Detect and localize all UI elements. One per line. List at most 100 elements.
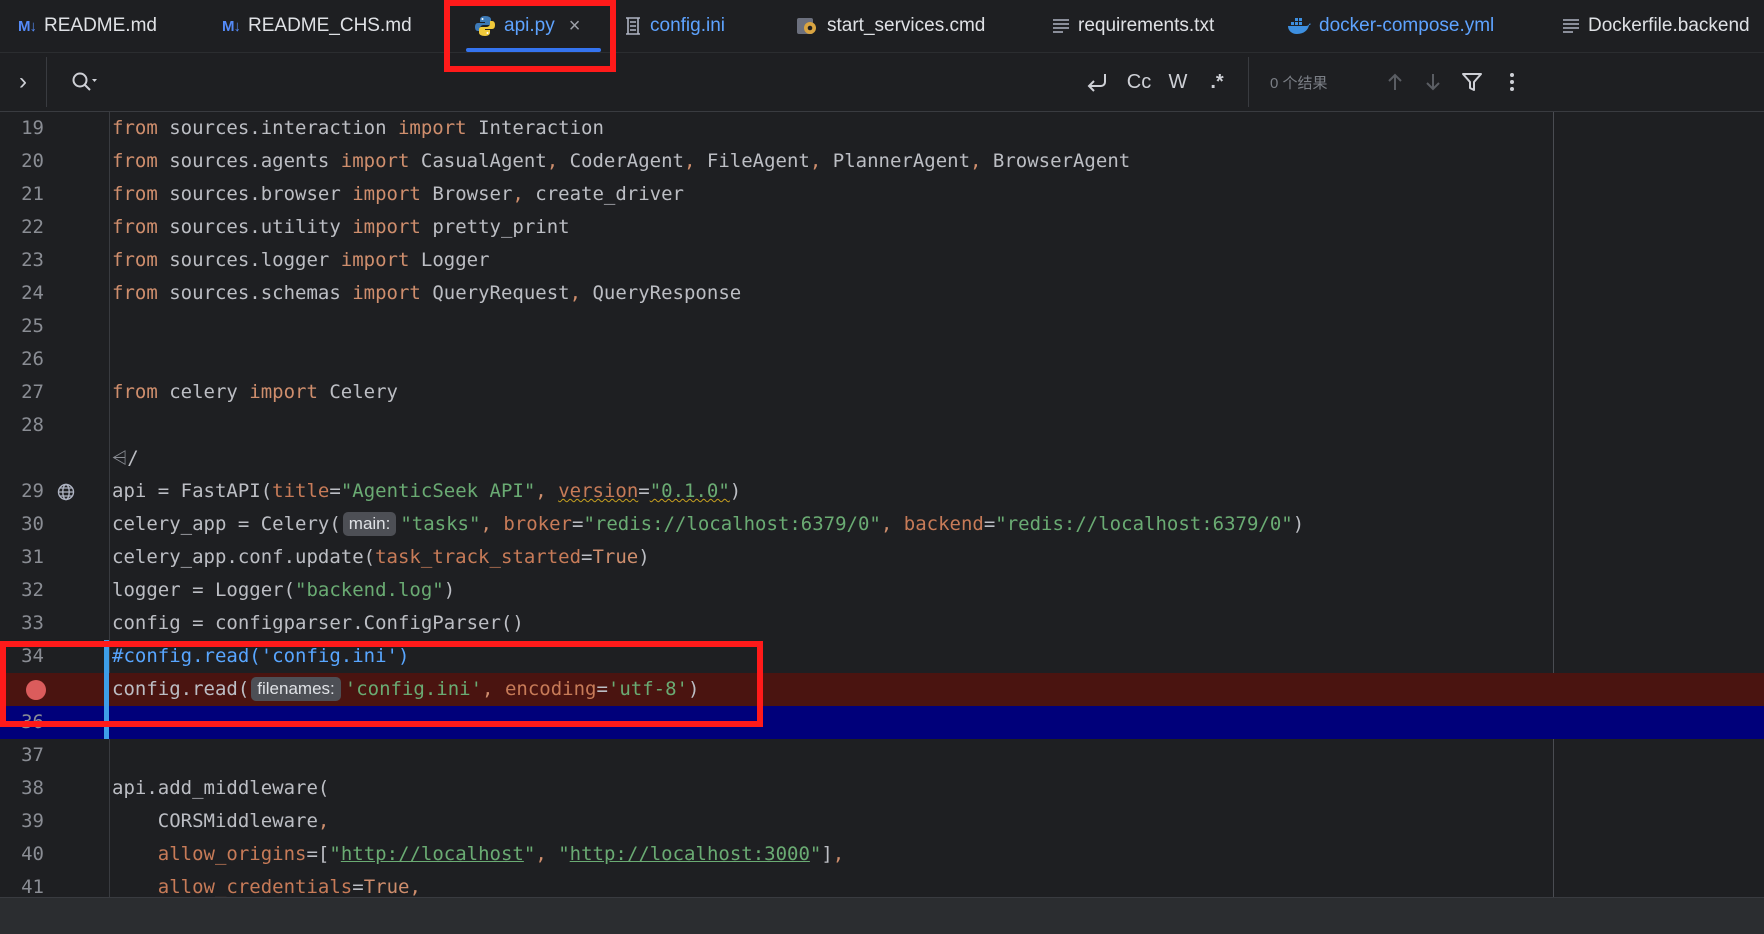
code-text[interactable]: from sources.schemas import QueryRequest… xyxy=(112,277,741,310)
code-text[interactable]: #config.read('config.ini') xyxy=(112,640,409,673)
code-text[interactable]: celery_app.conf.update(task_track_starte… xyxy=(112,541,650,574)
tab-requirements[interactable]: requirements.txt xyxy=(1052,0,1214,52)
close-icon[interactable]: × xyxy=(569,15,581,38)
code-line[interactable]: 32 logger = Logger("backend.log") xyxy=(0,574,1764,607)
search-history-button[interactable] xyxy=(68,53,102,111)
tab-readme-chs[interactable]: M↓ README_CHS.md xyxy=(222,0,412,52)
code-line[interactable]: 25 xyxy=(0,310,1764,343)
line-number[interactable]: 33 xyxy=(0,607,44,640)
code-text[interactable]: api = FastAPI(title="AgenticSeek API", v… xyxy=(112,475,741,508)
whole-words-label: W xyxy=(1168,70,1188,93)
line-number[interactable]: 21 xyxy=(0,178,44,211)
line-number[interactable]: 19 xyxy=(0,112,44,145)
markdown-icon: M↓ xyxy=(18,17,37,35)
tab-api-py[interactable]: api.py × xyxy=(456,0,611,52)
match-case-button[interactable]: Cc xyxy=(1122,53,1156,111)
python-icon xyxy=(474,15,496,37)
globe-icon[interactable] xyxy=(54,475,78,508)
line-number[interactable]: 27 xyxy=(0,376,44,409)
code-line[interactable]: 24 from sources.schemas import QueryReque… xyxy=(0,277,1764,310)
whole-words-button[interactable]: W xyxy=(1161,53,1195,111)
code-text[interactable]: config.read(filenames:'config.ini', enco… xyxy=(112,673,699,706)
code-text[interactable]: ⩤/ xyxy=(112,442,139,475)
tab-config-ini[interactable]: config.ini xyxy=(624,0,725,52)
line-number[interactable]: 30 xyxy=(0,508,44,541)
tab-dockerfile-backend[interactable]: Dockerfile.backend xyxy=(1562,0,1750,52)
code-line[interactable]: 37 xyxy=(0,739,1764,772)
code-editor[interactable]: 19 from sources.interaction import Intera… xyxy=(0,112,1764,897)
code-line[interactable]: 40 allow_origins=["http://localhost", "h… xyxy=(0,838,1764,871)
code-text[interactable]: celery_app = Celery(main: "tasks", broker… xyxy=(112,508,1304,541)
line-number[interactable]: 26 xyxy=(0,343,44,376)
line-number[interactable]: 31 xyxy=(0,541,44,574)
code-text[interactable]: logger = Logger("backend.log") xyxy=(112,574,455,607)
tab-readme[interactable]: M↓ README.md xyxy=(18,0,157,52)
code-text[interactable]: allow_credentials=True, xyxy=(112,871,421,897)
line-number[interactable]: 24 xyxy=(0,277,44,310)
line-number[interactable]: 25 xyxy=(0,310,44,343)
code-text[interactable]: from sources.interaction import Interact… xyxy=(112,112,604,145)
tab-label: README_CHS.md xyxy=(248,15,412,36)
line-number[interactable]: 37 xyxy=(0,739,44,772)
code-line[interactable]: config.read(filenames:'config.ini', enco… xyxy=(0,673,1764,706)
line-number[interactable]: 29 xyxy=(0,475,44,508)
code-line[interactable]: 28 xyxy=(0,409,1764,442)
new-line-button[interactable] xyxy=(1080,53,1114,111)
tab-label: requirements.txt xyxy=(1078,15,1215,36)
code-line[interactable]: 31 celery_app.conf.update(task_track_star… xyxy=(0,541,1764,574)
line-number[interactable]: 41 xyxy=(0,871,44,897)
previous-occurrence-button[interactable] xyxy=(1380,53,1410,111)
expand-replace-button[interactable]: › xyxy=(8,53,38,111)
regex-button[interactable]: .* xyxy=(1200,53,1234,111)
next-occurrence-button[interactable] xyxy=(1418,53,1448,111)
arrow-up-icon xyxy=(1388,73,1402,90)
code-line[interactable]: 20 from sources.agents import CasualAgent… xyxy=(0,145,1764,178)
line-number[interactable]: 32 xyxy=(0,574,44,607)
code-line[interactable]: 27 from celery import Celery xyxy=(0,376,1764,409)
line-number[interactable]: 34 xyxy=(0,640,44,673)
code-line[interactable]: 38 api.add_middleware( xyxy=(0,772,1764,805)
arrow-down-icon xyxy=(1426,74,1440,91)
code-text[interactable]: CORSMiddleware, xyxy=(112,805,330,838)
text-file-icon xyxy=(1562,17,1580,35)
tab-start-services[interactable]: start_services.cmd xyxy=(795,0,985,52)
filter-button[interactable] xyxy=(1457,53,1487,111)
code-line[interactable]: 39 CORSMiddleware, xyxy=(0,805,1764,838)
code-vision-hint[interactable]: ⩤/ xyxy=(0,442,1764,475)
filter-icon xyxy=(1462,73,1482,91)
line-number[interactable]: 39 xyxy=(0,805,44,838)
line-number[interactable]: 28 xyxy=(0,409,44,442)
vcs-change-marker[interactable] xyxy=(104,640,109,739)
code-text[interactable]: from celery import Celery xyxy=(112,376,398,409)
line-number[interactable]: 22 xyxy=(0,211,44,244)
code-text[interactable]: from sources.logger import Logger xyxy=(112,244,490,277)
code-line[interactable]: 30 celery_app = Celery(main: "tasks", brok… xyxy=(0,508,1764,541)
code-line[interactable]: 41 allow_credentials=True, xyxy=(0,871,1764,897)
code-line[interactable]: 36 xyxy=(0,706,1764,739)
code-line[interactable]: 22 from sources.utility import pretty_pri… xyxy=(0,211,1764,244)
markdown-icon: M↓ xyxy=(222,17,241,35)
more-vertical-icon xyxy=(1510,73,1514,91)
tab-docker-compose[interactable]: docker-compose.yml xyxy=(1287,0,1494,52)
code-line[interactable]: 29 api = FastAPI(title="AgenticSeek API",… xyxy=(0,475,1764,508)
code-text[interactable]: config = configparser.ConfigParser() xyxy=(112,607,524,640)
docker-icon xyxy=(1287,16,1311,36)
code-text[interactable]: from sources.utility import pretty_print xyxy=(112,211,570,244)
code-text[interactable]: from sources.agents import CasualAgent, … xyxy=(112,145,1130,178)
line-number[interactable]: 20 xyxy=(0,145,44,178)
line-number[interactable]: 40 xyxy=(0,838,44,871)
code-text[interactable]: allow_origins=["http://localhost", "http… xyxy=(112,838,844,871)
more-options-button[interactable] xyxy=(1497,53,1527,111)
code-line[interactable]: 21 from sources.browser import Browser, c… xyxy=(0,178,1764,211)
line-number[interactable]: 36 xyxy=(0,706,44,739)
line-number[interactable]: 38 xyxy=(0,772,44,805)
code-text[interactable]: from sources.browser import Browser, cre… xyxy=(112,178,684,211)
line-number[interactable]: 23 xyxy=(0,244,44,277)
code-line[interactable]: 33 config = configparser.ConfigParser() xyxy=(0,607,1764,640)
code-line[interactable]: 23 from sources.logger import Logger xyxy=(0,244,1764,277)
code-text[interactable]: api.add_middleware( xyxy=(112,772,329,805)
code-line[interactable]: 26 xyxy=(0,343,1764,376)
breakpoint-icon[interactable] xyxy=(24,673,48,706)
code-line[interactable]: 19 from sources.interaction import Intera… xyxy=(0,112,1764,145)
code-line[interactable]: 34 #config.read('config.ini') xyxy=(0,640,1764,673)
